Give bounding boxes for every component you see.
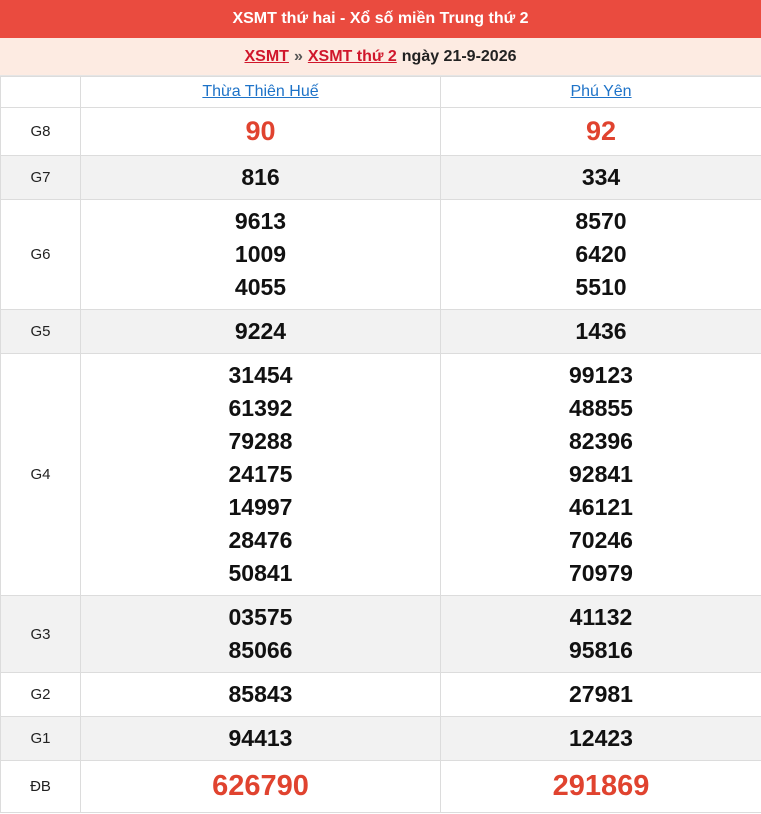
prize-number: 82396 <box>569 428 633 454</box>
prize-row-db: ĐB 626790 291869 <box>0 760 761 813</box>
page-title: XSMT thứ hai - Xổ số miền Trung thứ 2 <box>232 10 529 27</box>
prize-label: G5 <box>0 309 81 354</box>
prize-number: 334 <box>440 155 761 200</box>
prize-number: 31454 <box>228 362 293 388</box>
prize-numbers-cell: 31454 61392 79288 24175 14997 28476 5084… <box>80 353 441 596</box>
prize-number: 94413 <box>80 716 441 761</box>
prize-number: 6420 <box>575 241 627 267</box>
prize-number: 5510 <box>575 274 627 300</box>
prize-label: G1 <box>0 716 81 761</box>
prize-row-g4: G4 31454 61392 79288 24175 14997 28476 5… <box>0 353 761 596</box>
prize-number: 46121 <box>569 494 633 520</box>
prize-number: 9613 <box>234 208 287 234</box>
prize-numbers-cell: 03575 85066 <box>80 595 441 673</box>
prize-number: 99123 <box>569 362 633 388</box>
breadcrumb-link-xsmt[interactable]: XSMT <box>244 48 288 66</box>
prize-numbers-cell: 41132 95816 <box>440 595 761 673</box>
prize-number: 85066 <box>228 637 293 663</box>
results-table: Thừa Thiên Huế Phú Yên G8 90 92 G7 816 3… <box>0 76 761 813</box>
special-prize-number: 626790 <box>80 760 441 813</box>
breadcrumb-separator: » <box>293 47 303 65</box>
prize-number: 9224 <box>80 309 441 354</box>
prize-number: 48855 <box>569 395 633 421</box>
breadcrumb-date: ngày 21-9-2026 <box>401 47 517 65</box>
page-header: XSMT thứ hai - Xổ số miền Trung thứ 2 <box>0 0 761 38</box>
prize-number: 27981 <box>440 672 761 717</box>
prize-label: G4 <box>0 353 81 596</box>
prize-label: G2 <box>0 672 81 717</box>
prize-number: 70246 <box>569 527 633 553</box>
prize-row-g1: G1 94413 12423 <box>0 716 761 761</box>
prize-row-g7: G7 816 334 <box>0 155 761 200</box>
prize-label: G6 <box>0 199 81 310</box>
prize-number: 1009 <box>234 241 287 267</box>
prize-number: 41132 <box>569 604 633 630</box>
prize-number: 90 <box>80 107 441 156</box>
prize-number: 8570 <box>575 208 627 234</box>
prize-number: 85843 <box>80 672 441 717</box>
prize-number: 70979 <box>569 560 633 586</box>
prize-number: 1436 <box>440 309 761 354</box>
prize-row-g2: G2 85843 27981 <box>0 672 761 717</box>
prize-number: 28476 <box>228 527 293 553</box>
header-empty-cell <box>0 76 81 108</box>
prize-numbers-cell: 9613 1009 4055 <box>80 199 441 310</box>
prize-number: 92841 <box>569 461 633 487</box>
prize-label: ĐB <box>0 760 81 813</box>
prize-label: G8 <box>0 107 81 156</box>
prize-number: 92 <box>440 107 761 156</box>
prize-number: 79288 <box>228 428 293 454</box>
prize-numbers-cell: 99123 48855 82396 92841 46121 70246 7097… <box>440 353 761 596</box>
prize-number: 816 <box>80 155 441 200</box>
breadcrumb: XSMT » XSMT thứ 2 ngày 21-9-2026 <box>0 38 761 76</box>
prize-label: G7 <box>0 155 81 200</box>
prize-number: 4055 <box>234 274 287 300</box>
breadcrumb-link-xsmt-thu-2[interactable]: XSMT thứ 2 <box>308 48 397 66</box>
prize-numbers-cell: 8570 6420 5510 <box>440 199 761 310</box>
prize-row-g6: G6 9613 1009 4055 8570 6420 5510 <box>0 199 761 310</box>
prize-number: 14997 <box>228 494 293 520</box>
prize-number: 95816 <box>569 637 633 663</box>
prize-number: 12423 <box>440 716 761 761</box>
prize-number: 24175 <box>228 461 293 487</box>
prize-label: G3 <box>0 595 81 673</box>
province-link-thua-thien-hue[interactable]: Thừa Thiên Huế <box>202 83 318 100</box>
prize-row-g3: G3 03575 85066 41132 95816 <box>0 595 761 673</box>
prize-number: 61392 <box>228 395 293 421</box>
special-prize-number: 291869 <box>440 760 761 813</box>
province-link-phu-yen[interactable]: Phú Yên <box>570 83 631 100</box>
province-header-cell: Phú Yên <box>440 76 761 108</box>
prize-row-g5: G5 9224 1436 <box>0 309 761 354</box>
table-header-row: Thừa Thiên Huế Phú Yên <box>0 76 761 108</box>
prize-number: 03575 <box>228 604 293 630</box>
prize-row-g8: G8 90 92 <box>0 107 761 156</box>
province-header-cell: Thừa Thiên Huế <box>80 76 441 108</box>
prize-number: 50841 <box>228 560 293 586</box>
